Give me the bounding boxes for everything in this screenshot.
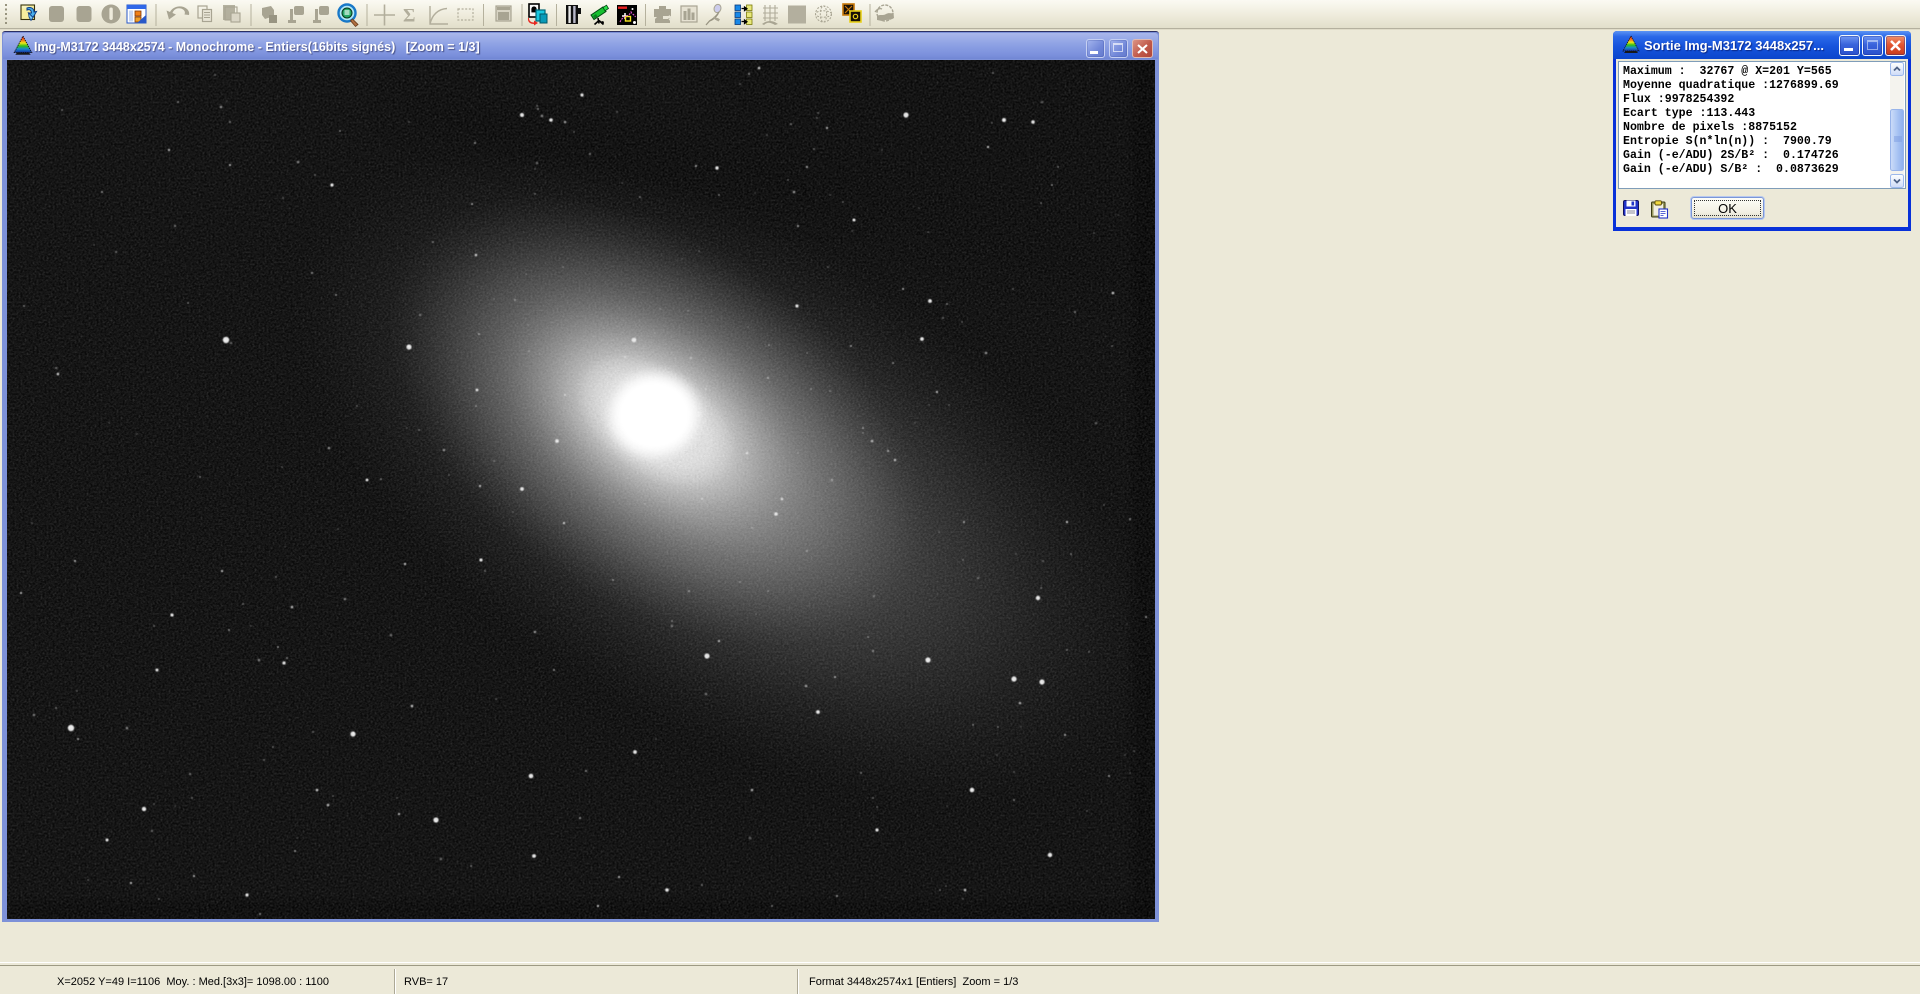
svg-text:Σ: Σ <box>403 6 415 27</box>
